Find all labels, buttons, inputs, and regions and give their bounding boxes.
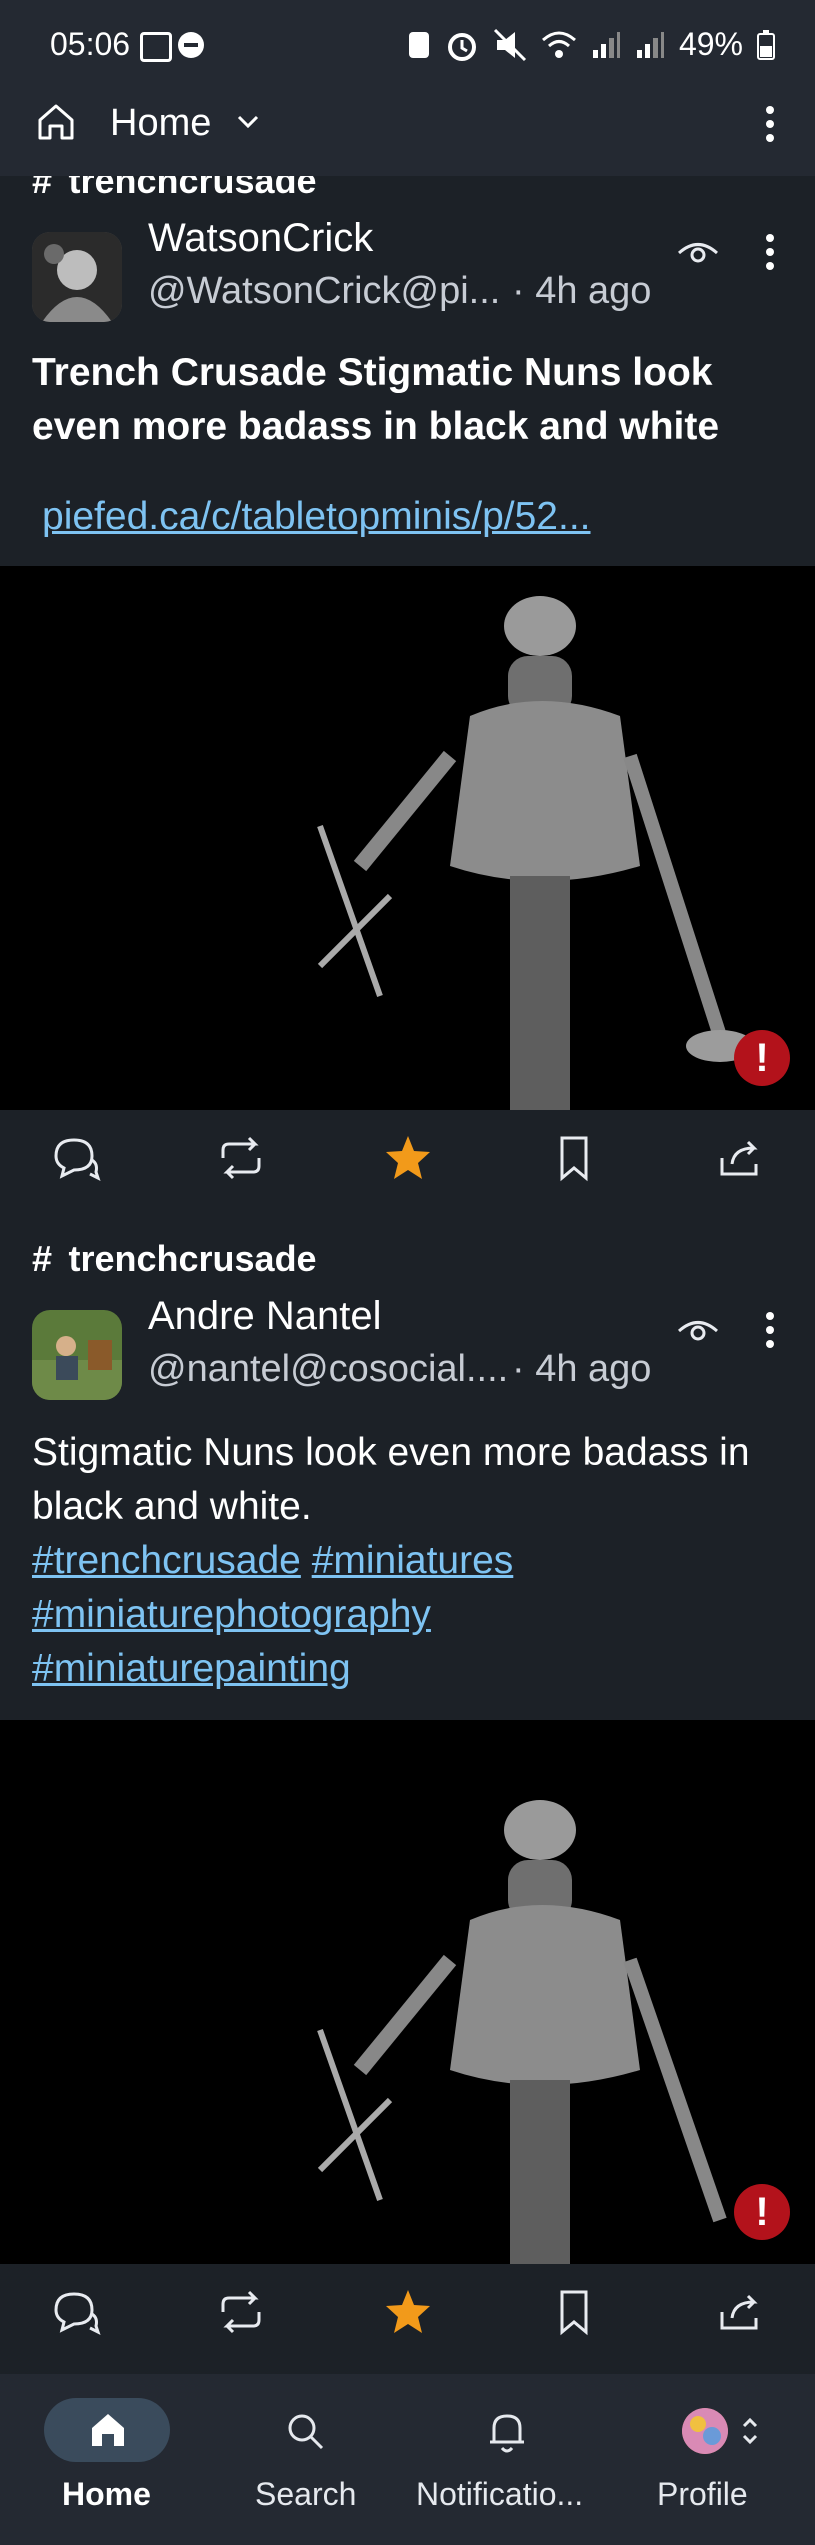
signal-icon bbox=[592, 31, 620, 58]
avatar[interactable] bbox=[32, 232, 122, 322]
status-right: 49% bbox=[407, 26, 775, 63]
avatar[interactable] bbox=[32, 1310, 122, 1400]
avatar-image bbox=[32, 232, 122, 322]
post-link[interactable]: piefed.ca/c/tabletopminis/p/52... bbox=[42, 490, 591, 544]
post-image-2[interactable]: ! bbox=[0, 1720, 815, 2264]
post-card-1: # trenchcrusade WatsonCrick @WatsonCrick… bbox=[0, 176, 815, 566]
author-name[interactable]: WatsonCrick bbox=[148, 216, 373, 261]
post-more-icon[interactable] bbox=[762, 232, 778, 272]
alarm-icon bbox=[447, 32, 476, 61]
visibility-eye-icon[interactable] bbox=[676, 238, 720, 268]
miniature-photo bbox=[0, 1720, 815, 2264]
post-card-2: # trenchcrusade Andre Nantel @nantel@cos… bbox=[0, 1206, 815, 1720]
hashtag-link[interactable]: #miniaturephotography bbox=[32, 1593, 431, 1636]
reply-icon[interactable] bbox=[48, 1130, 104, 1186]
bookmark-icon[interactable] bbox=[546, 1130, 602, 1186]
search-icon[interactable] bbox=[284, 2410, 326, 2452]
hashtag-link[interactable]: #miniatures bbox=[312, 1539, 514, 1582]
boost-icon[interactable] bbox=[213, 1130, 269, 1186]
alert-icon[interactable]: ! bbox=[734, 2184, 790, 2240]
post-hashtag-header[interactable]: # trenchcrusade bbox=[32, 176, 317, 202]
bell-icon[interactable] bbox=[486, 2408, 528, 2454]
share-icon[interactable] bbox=[712, 2284, 768, 2340]
boost-icon[interactable] bbox=[213, 2284, 269, 2340]
wifi-icon bbox=[541, 31, 576, 58]
battery-percent: 49% bbox=[678, 26, 743, 62]
home-icon[interactable] bbox=[34, 100, 78, 144]
post-hashtag-header[interactable]: # trenchcrusade bbox=[32, 1238, 317, 1280]
hashtag-link[interactable]: #miniaturepainting bbox=[32, 1647, 351, 1690]
hashtag-icon: # bbox=[32, 1238, 53, 1279]
nav-search-label[interactable]: Search bbox=[255, 2476, 356, 2513]
nav-home-pill[interactable] bbox=[44, 2398, 170, 2462]
share-icon[interactable] bbox=[712, 1130, 768, 1186]
status-time: 05:06 bbox=[50, 26, 131, 62]
hashtag-label: trenchcrusade bbox=[68, 176, 317, 201]
favorite-star-icon[interactable] bbox=[380, 1130, 436, 1186]
hashtag-label: trenchcrusade bbox=[68, 1238, 317, 1279]
gallery-notification-icon bbox=[140, 32, 172, 62]
post-image-1[interactable]: ! bbox=[0, 566, 815, 1110]
nav-profile-label[interactable]: Profile bbox=[657, 2476, 748, 2513]
account-switch-icon[interactable] bbox=[740, 2414, 760, 2448]
battery-icon bbox=[757, 29, 775, 60]
author-handle[interactable]: @WatsonCrick@pi... bbox=[148, 270, 500, 313]
profile-avatar-image bbox=[682, 2408, 728, 2454]
favorite-star-icon[interactable] bbox=[380, 2284, 436, 2340]
post-more-icon[interactable] bbox=[762, 1310, 778, 1350]
chevron-down-icon[interactable] bbox=[236, 112, 260, 132]
post-actions-2 bbox=[0, 2264, 815, 2360]
nav-home-label[interactable]: Home bbox=[62, 2476, 151, 2513]
nav-notifications-label[interactable]: Notificatio... bbox=[416, 2476, 583, 2513]
bookmark-icon[interactable] bbox=[546, 2284, 602, 2340]
profile-avatar[interactable] bbox=[682, 2408, 728, 2454]
alert-icon[interactable]: ! bbox=[734, 1030, 790, 1086]
author-handle[interactable]: @nantel@cosocial.... bbox=[148, 1348, 508, 1391]
post-actions-1 bbox=[0, 1110, 815, 1206]
avatar-image bbox=[32, 1310, 122, 1400]
post-title[interactable]: Trench Crusade Stigmatic Nuns look even … bbox=[32, 346, 752, 454]
signal-icon-2 bbox=[636, 31, 664, 58]
author-name[interactable]: Andre Nantel bbox=[148, 1294, 381, 1339]
hashtag-link[interactable]: #trenchcrusade bbox=[32, 1539, 301, 1582]
post-time: · 4h ago bbox=[512, 1348, 652, 1390]
dnd-icon bbox=[178, 32, 204, 58]
battery-saver-icon bbox=[408, 31, 429, 58]
mute-icon bbox=[493, 28, 527, 61]
home-filled-icon bbox=[92, 2414, 124, 2446]
hashtag-icon: # bbox=[32, 176, 53, 201]
feed-selector[interactable]: Home bbox=[110, 102, 211, 145]
post-tags: #trenchcrusade #miniatures #miniaturepho… bbox=[32, 1534, 792, 1696]
reply-icon[interactable] bbox=[48, 2284, 104, 2340]
post-text[interactable]: Stigmatic Nuns look even more badass in … bbox=[32, 1426, 792, 1534]
visibility-eye-icon[interactable] bbox=[676, 1316, 720, 1346]
more-options-icon[interactable] bbox=[762, 104, 778, 144]
miniature-photo bbox=[0, 566, 815, 1110]
post-time: · 4h ago bbox=[512, 270, 652, 312]
